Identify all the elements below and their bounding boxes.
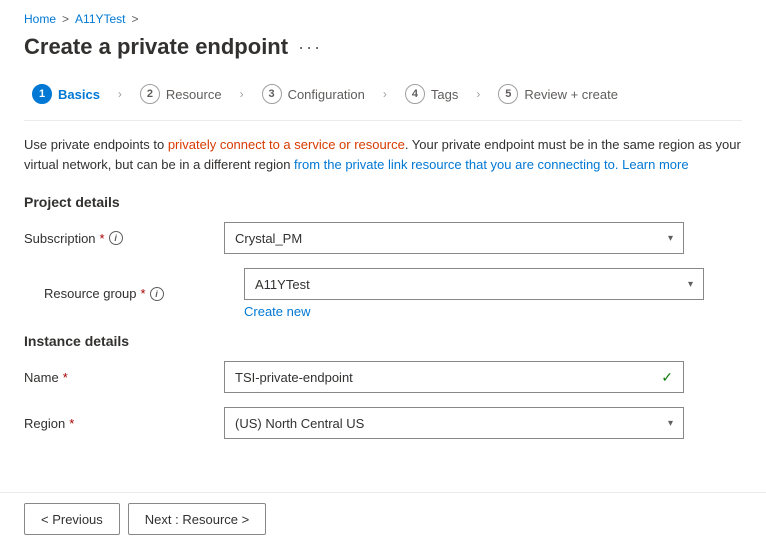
resource-group-label: Resource group * i — [44, 286, 244, 301]
resource-group-dropdown-arrow: ▾ — [688, 279, 693, 290]
step-circle-1: 1 — [32, 84, 52, 104]
subscription-dropdown-arrow: ▾ — [668, 233, 673, 244]
resource-group-dropdown[interactable]: A11YTest ▾ — [244, 268, 704, 300]
resource-group-info-icon[interactable]: i — [150, 287, 164, 301]
breadcrumb: Home > A11YTest > — [24, 12, 742, 26]
wizard-steps: 1 Basics › 2 Resource › 3 Configuration … — [24, 80, 742, 121]
breadcrumb-sep1: > — [62, 12, 69, 26]
subscription-info-icon[interactable]: i — [109, 231, 123, 245]
step-sep-1: › — [116, 87, 124, 101]
name-label: Name * — [24, 370, 224, 385]
rg-content: Resource group * i A11YTest ▾ Create new — [44, 268, 742, 319]
breadcrumb-resource[interactable]: A11YTest — [75, 12, 125, 26]
breadcrumb-sep2: > — [132, 12, 139, 26]
region-field: Region * (US) North Central US ▾ — [24, 407, 742, 439]
name-label-text: Name — [24, 370, 59, 385]
step-circle-2: 2 — [140, 84, 160, 104]
step-circle-4: 4 — [405, 84, 425, 104]
region-dropdown[interactable]: (US) North Central US ▾ — [224, 407, 684, 439]
info-text-highlight-blue: from the private link resource that you … — [294, 157, 618, 172]
instance-details-header: Instance details — [24, 333, 742, 349]
name-required: * — [63, 370, 68, 385]
learn-more-link[interactable]: Learn more — [622, 157, 688, 172]
resource-group-field: Resource group * i A11YTest ▾ Create new — [44, 268, 742, 319]
wizard-step-basics[interactable]: 1 Basics — [24, 80, 108, 108]
resource-group-value: A11YTest — [255, 277, 310, 292]
wizard-step-resource[interactable]: 2 Resource — [132, 80, 230, 108]
subscription-label-text: Subscription — [24, 231, 96, 246]
region-required: * — [69, 416, 74, 431]
step-label-tags: Tags — [431, 87, 458, 102]
name-field: Name * TSI-private-endpoint ✓ — [24, 361, 742, 393]
create-new-link[interactable]: Create new — [244, 304, 310, 319]
project-details-header: Project details — [24, 194, 742, 210]
subscription-field: Subscription * i Crystal_PM ▾ — [24, 222, 742, 254]
footer: < Previous Next : Resource > — [0, 492, 766, 545]
name-input[interactable]: TSI-private-endpoint ✓ — [224, 361, 684, 393]
step-sep-2: › — [238, 87, 246, 101]
subscription-value: Crystal_PM — [235, 231, 302, 246]
next-button[interactable]: Next : Resource > — [128, 503, 266, 535]
more-options-icon[interactable]: ··· — [298, 37, 322, 58]
step-sep-4: › — [474, 87, 482, 101]
region-dropdown-arrow: ▾ — [668, 418, 673, 429]
subscription-required: * — [100, 231, 105, 246]
step-label-review: Review + create — [524, 87, 618, 102]
resource-group-label-text: Resource group — [44, 286, 137, 301]
name-control: TSI-private-endpoint ✓ — [224, 361, 684, 393]
resource-group-required: * — [141, 286, 146, 301]
step-label-basics: Basics — [58, 87, 100, 102]
info-text-line1a: Use private endpoints to — [24, 137, 168, 152]
region-value: (US) North Central US — [235, 416, 364, 431]
step-sep-3: › — [381, 87, 389, 101]
step-circle-3: 3 — [262, 84, 282, 104]
info-text-highlight-orange: privately connect to a service or resour… — [168, 137, 405, 152]
region-control: (US) North Central US ▾ — [224, 407, 684, 439]
subscription-label: Subscription * i — [24, 231, 224, 246]
step-label-configuration: Configuration — [288, 87, 365, 102]
page-title: Create a private endpoint — [24, 34, 288, 60]
wizard-step-configuration[interactable]: 3 Configuration — [254, 80, 373, 108]
info-text: Use private endpoints to privately conne… — [24, 135, 742, 174]
wizard-step-review[interactable]: 5 Review + create — [490, 80, 626, 108]
resource-group-control: A11YTest ▾ Create new — [244, 268, 704, 319]
region-label: Region * — [24, 416, 224, 431]
previous-button[interactable]: < Previous — [24, 503, 120, 535]
resource-group-wrapper: Resource group * i A11YTest ▾ Create new — [24, 268, 742, 319]
step-circle-5: 5 — [498, 84, 518, 104]
wizard-step-tags[interactable]: 4 Tags — [397, 80, 466, 108]
step-label-resource: Resource — [166, 87, 222, 102]
subscription-control: Crystal_PM ▾ — [224, 222, 684, 254]
breadcrumb-home[interactable]: Home — [24, 12, 56, 26]
name-valid-icon: ✓ — [661, 369, 673, 386]
subscription-dropdown[interactable]: Crystal_PM ▾ — [224, 222, 684, 254]
name-value: TSI-private-endpoint — [235, 370, 353, 385]
region-label-text: Region — [24, 416, 65, 431]
